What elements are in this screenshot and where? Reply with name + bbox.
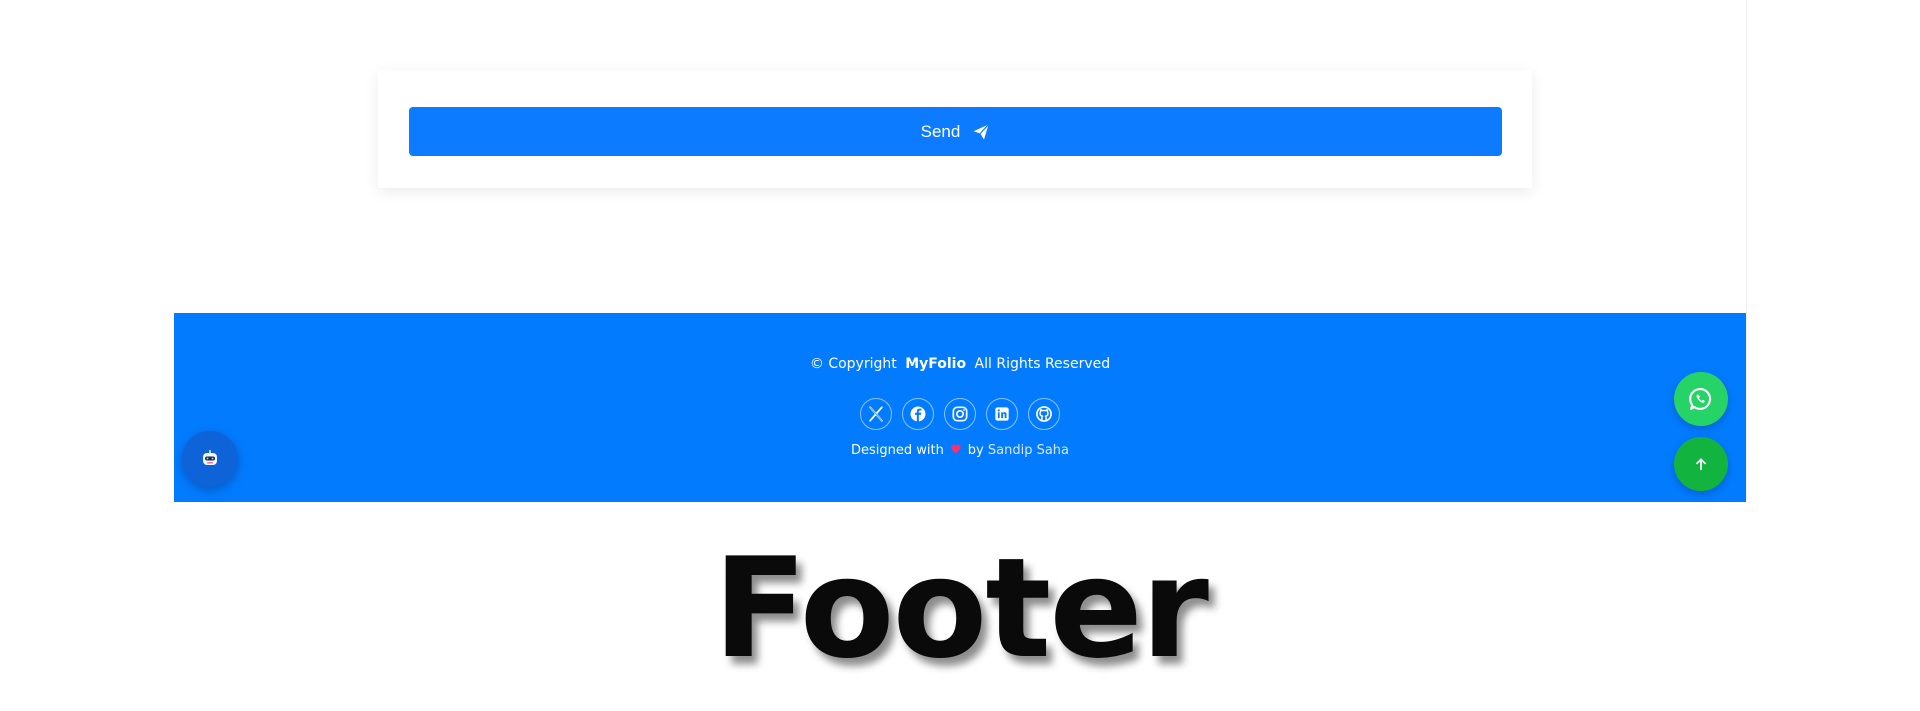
social-link-linkedin[interactable] (986, 398, 1018, 430)
copyright-prefix: © Copyright (809, 356, 897, 372)
heart-icon: ♥ (949, 443, 962, 458)
facebook-icon (910, 406, 926, 422)
designed-prefix: Designed with (850, 443, 944, 458)
back-to-top-button[interactable] (1674, 437, 1728, 491)
robot-icon (203, 450, 217, 465)
arrow-up-icon (1696, 458, 1706, 471)
chatbot-button[interactable] (182, 431, 238, 487)
copyright-line: © Copyright MyFolio All Rights Reserved (174, 356, 1746, 372)
rights-text: All Rights Reserved (974, 356, 1111, 372)
instagram-icon (952, 406, 968, 422)
social-link-github[interactable] (1028, 398, 1060, 430)
social-link-facebook[interactable] (902, 398, 934, 430)
github-icon (1036, 406, 1052, 422)
social-link-instagram[interactable] (944, 398, 976, 430)
whatsapp-icon (1689, 388, 1712, 410)
designed-by-word: by (967, 443, 984, 458)
paper-plane-icon (973, 123, 990, 139)
send-button[interactable]: Send (409, 107, 1502, 156)
social-link-x[interactable] (860, 398, 892, 430)
x-icon (869, 406, 883, 422)
whatsapp-button[interactable] (1674, 372, 1728, 426)
designed-by-line: Designed with ♥ by Sandip Saha (174, 443, 1746, 458)
send-button-label: Send (920, 121, 961, 141)
section-caption: Footer (713, 528, 1209, 689)
brand-name: MyFolio (905, 356, 967, 372)
social-links (174, 398, 1746, 430)
author-link[interactable]: Sandip Saha (988, 443, 1069, 458)
site-footer: © Copyright MyFolio All Rights Reserved (174, 313, 1746, 502)
linkedin-icon (995, 407, 1009, 421)
